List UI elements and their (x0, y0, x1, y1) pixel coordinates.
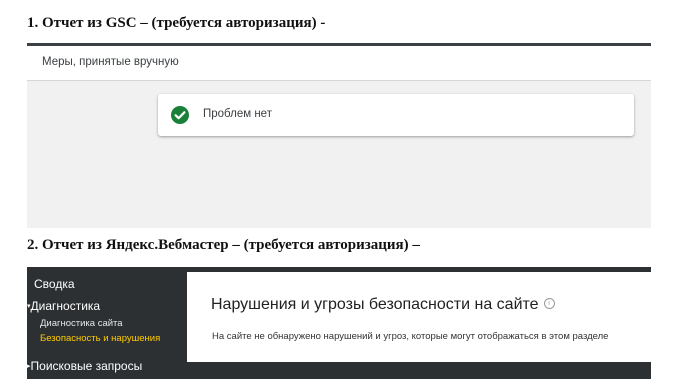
gsc-report-heading: 1. Отчет из GSC – (требуется авторизация… (27, 15, 326, 31)
sidebar-subitem-site-diagnostics[interactable]: Диагностика сайта (40, 318, 123, 329)
sidebar-item-search-queries[interactable]: ▸Поисковые запросы (27, 359, 142, 373)
manual-actions-status-card: Проблем нет (158, 94, 634, 136)
expand-arrow-icon: ▾ (27, 303, 31, 310)
sidebar-item-search-queries-label: Поисковые запросы (30, 359, 143, 373)
yandex-main-content: Нарушения и угрозы безопасности на сайте… (187, 272, 651, 362)
check-circle-icon (171, 106, 189, 124)
yandex-report-heading: 2. Отчет из Яндекс.Вебмастер – (требуетс… (27, 237, 420, 253)
manual-actions-label: Меры, принятые вручную (42, 56, 179, 68)
page-title: Нарушения и угрозы безопасности на сайте… (211, 296, 555, 314)
sidebar-item-diagnostics-label: Диагностика (30, 299, 101, 313)
sidebar-item-diagnostics[interactable]: ▾Диагностика (27, 299, 100, 313)
yandex-sidebar: Сводка ▾Диагностика Диагностика сайта Бе… (27, 267, 187, 379)
no-issues-text: Проблем нет (203, 108, 272, 120)
sidebar-item-summary[interactable]: Сводка (34, 277, 75, 291)
yandex-webmaster-panel: Сводка ▾Диагностика Диагностика сайта Бе… (27, 267, 651, 379)
page-title-text: Нарушения и угрозы безопасности на сайте (211, 296, 539, 313)
collapsed-arrow-icon: ▸ (27, 363, 31, 370)
security-status-text: На сайте не обнаружено нарушений и угроз… (212, 331, 609, 342)
info-icon[interactable]: i (543, 298, 555, 310)
gsc-panel: Меры, принятые вручную Проблем нет (27, 43, 651, 228)
sidebar-subitem-security[interactable]: Безопасность и нарушения (40, 333, 160, 344)
gsc-section-header: Меры, принятые вручную (27, 46, 651, 81)
